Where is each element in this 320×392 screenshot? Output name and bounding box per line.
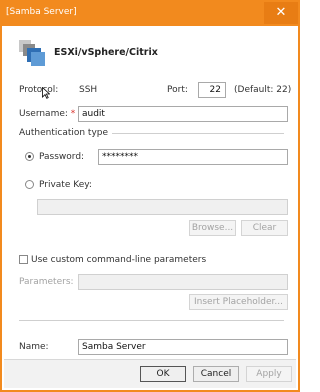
auth-section-title: Authentication type: [19, 128, 109, 138]
password-radio[interactable]: [25, 152, 34, 161]
dialog-window: [Samba Server] ✕ ESXi/vSphere/Citrix Pro…: [0, 0, 300, 392]
protocol-value: SSH: [79, 85, 98, 95]
close-button[interactable]: ✕: [264, 2, 298, 24]
mouse-cursor-icon: [42, 87, 50, 99]
password-label[interactable]: Password:: [39, 152, 84, 162]
close-icon: ✕: [275, 5, 287, 20]
private-key-label[interactable]: Private Key:: [39, 180, 92, 190]
dialog-footer: OK Cancel Apply: [4, 359, 296, 388]
cancel-button[interactable]: Cancel: [193, 366, 239, 382]
vmware-logo-icon: [19, 40, 45, 66]
private-key-radio[interactable]: [25, 180, 34, 189]
auth-section-header: Authentication type: [19, 127, 284, 139]
private-key-input[interactable]: [37, 199, 288, 215]
port-label: Port:: [167, 85, 188, 95]
password-input[interactable]: ********: [98, 149, 288, 165]
apply-button[interactable]: Apply: [246, 366, 292, 382]
port-input[interactable]: 22: [198, 82, 226, 98]
title-bar[interactable]: [Samba Server] ✕: [2, 2, 298, 26]
port-default-hint: (Default: 22): [234, 85, 292, 95]
insert-placeholder-button[interactable]: Insert Placeholder...: [189, 294, 288, 310]
parameters-input[interactable]: [78, 274, 288, 290]
browse-button[interactable]: Browse...: [189, 220, 236, 236]
username-label: Username: *: [19, 109, 75, 119]
name-label: Name:: [19, 342, 49, 352]
username-input[interactable]: audit: [78, 106, 288, 122]
username-label-text: Username:: [19, 109, 68, 119]
product-name: ESXi/vSphere/Citrix: [54, 47, 158, 58]
window-title: [Samba Server]: [6, 7, 77, 17]
divider: [19, 320, 284, 321]
ok-button[interactable]: OK: [140, 366, 186, 382]
protocol-label: Protocol:: [19, 85, 59, 95]
custom-params-checkbox[interactable]: [19, 255, 28, 264]
required-indicator: *: [70, 109, 76, 119]
parameters-label: Parameters:: [19, 277, 74, 287]
name-input[interactable]: Samba Server: [78, 339, 288, 355]
clear-button[interactable]: Clear: [241, 220, 288, 236]
custom-params-label[interactable]: Use custom command-line parameters: [31, 255, 206, 265]
